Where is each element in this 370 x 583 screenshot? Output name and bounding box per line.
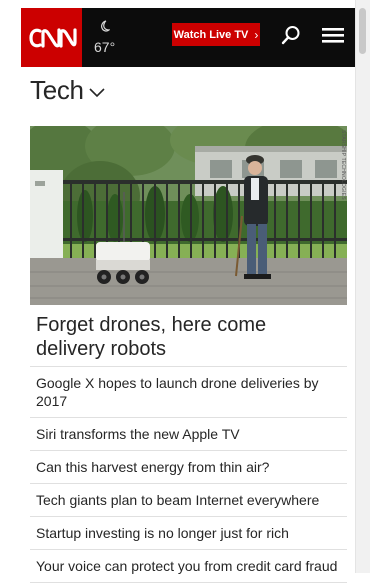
photo-credit: STARSHIP TECHNOLOGIES <box>340 130 346 200</box>
story-link[interactable]: Startup investing is no longer just for … <box>30 516 347 549</box>
hero-image[interactable]: STARSHIP TECHNOLOGIES <box>30 126 347 305</box>
search-icon[interactable] <box>281 25 301 45</box>
cnn-logo-mark <box>28 27 77 48</box>
watch-live-tv-label: Watch Live TV <box>173 28 249 41</box>
headline-link[interactable]: Forget drones, here come delivery robots <box>36 313 336 361</box>
watch-live-tv-button[interactable]: Watch Live TV › <box>172 23 260 46</box>
moon-icon <box>101 20 110 32</box>
temperature: 67° <box>94 39 116 55</box>
story-list: Google X hopes to launch drone deliverie… <box>30 366 347 583</box>
scrollbar-thumb[interactable] <box>359 8 366 54</box>
scrollbar[interactable] <box>355 0 370 573</box>
hamburger-menu-icon[interactable] <box>322 27 344 43</box>
top-nav-bar: 67° Watch Live TV › <box>21 8 356 67</box>
delivery-robot-photo <box>30 126 347 305</box>
section-title[interactable]: Tech <box>30 74 106 106</box>
section-title-label: Tech <box>30 74 84 105</box>
story-link[interactable]: Tech giants plan to beam Internet everyw… <box>30 483 347 516</box>
story-link[interactable]: Siri transforms the new Apple TV <box>30 417 347 450</box>
weather-widget[interactable]: 67° <box>94 20 134 60</box>
story-link[interactable]: Google X hopes to launch drone deliverie… <box>30 366 347 417</box>
chevron-right-icon: › <box>254 27 259 42</box>
page: 67° Watch Live TV › Tech STARSHIP TECHNO… <box>0 0 356 583</box>
story-link[interactable]: Can this harvest energy from thin air? <box>30 450 347 483</box>
chevron-down-icon <box>89 87 105 97</box>
story-link[interactable]: Your voice can protect you from credit c… <box>30 549 347 583</box>
cnn-logo[interactable] <box>21 8 82 67</box>
